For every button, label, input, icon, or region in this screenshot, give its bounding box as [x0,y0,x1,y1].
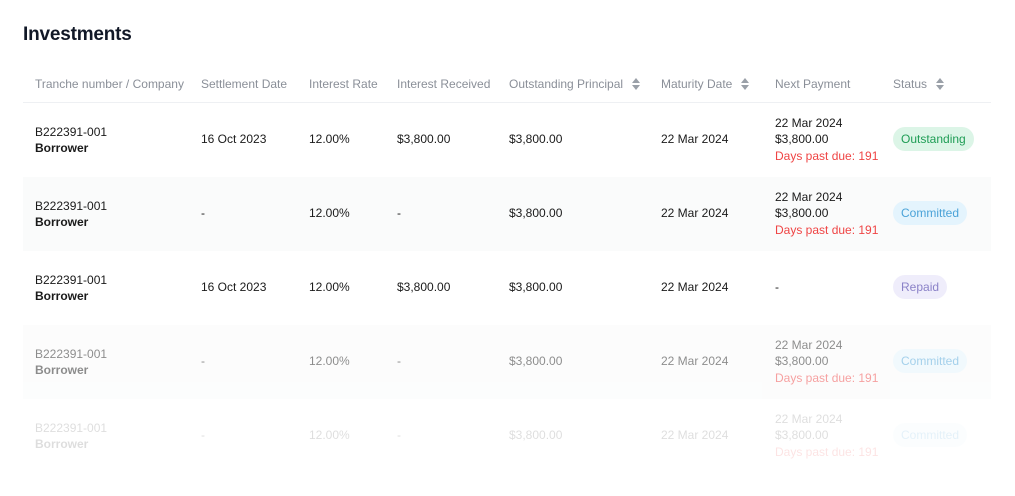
column-header-next-payment: Next Payment [775,77,851,91]
column-header-status[interactable]: Status [893,77,945,91]
outstanding-principal: $3,800.00 [509,280,563,294]
table-row[interactable]: B222391-001 Borrower 16 Oct 2023 12.00% … [23,103,991,177]
status-badge: Repaid [893,275,948,299]
interest-rate: 12.00% [309,206,350,220]
table-row[interactable]: B222391-001 Borrower - 12.00% - $3,800.0… [23,177,991,251]
settlement-date: - [201,428,205,442]
column-header-settlement-date: Settlement Date [201,77,288,91]
column-header-interest-received: Interest Received [397,77,491,91]
interest-rate: 12.00% [309,354,350,368]
outstanding-principal: $3,800.00 [509,206,563,220]
maturity-date: 22 Mar 2024 [661,354,729,368]
settlement-date: - [201,354,205,368]
tranche-number: B222391-001 [35,199,108,213]
days-past-due: Days past due: 191 [775,149,879,163]
next-payment-date: 22 Mar 2024 [775,116,843,130]
interest-rate: 12.00% [309,428,350,442]
column-header-maturity-date[interactable]: Maturity Date [661,77,750,91]
maturity-date: 22 Mar 2024 [661,280,729,294]
company-name: Borrower [35,141,89,155]
interest-rate: 12.00% [309,280,350,294]
company-name: Borrower [35,437,89,451]
next-payment-amount: $3,800.00 [775,206,829,220]
outstanding-principal: $3,800.00 [509,354,563,368]
next-payment-amount: $3,800.00 [775,132,829,146]
next-payment: - [775,280,779,294]
sort-icon[interactable] [936,77,945,91]
interest-received: - [397,354,401,368]
table-row[interactable]: B222391-001 Borrower 16 Oct 2023 12.00% … [23,251,991,325]
next-payment-date: 22 Mar 2024 [775,190,843,204]
column-header-tranche: Tranche number / Company [35,77,184,91]
interest-received: $3,800.00 [397,280,451,294]
investments-table: Tranche number / Company Settlement Date… [23,66,991,473]
company-name: Borrower [35,363,89,377]
status-badge: Committed [893,423,968,447]
next-payment-date: 22 Mar 2024 [775,338,843,352]
days-past-due: Days past due: 191 [775,223,879,237]
table-row[interactable]: B222391-001 Borrower - 12.00% - $3,800.0… [23,399,991,473]
interest-rate: 12.00% [309,132,350,146]
status-badge: Committed [893,201,968,225]
tranche-number: B222391-001 [35,125,108,139]
outstanding-principal: $3,800.00 [509,428,563,442]
company-name: Borrower [35,215,89,229]
settlement-date: 16 Oct 2023 [201,280,267,294]
sort-icon[interactable] [741,77,750,91]
outstanding-principal: $3,800.00 [509,132,563,146]
tranche-number: B222391-001 [35,347,108,361]
next-payment-amount: $3,800.00 [775,354,829,368]
settlement-date: - [201,206,205,220]
column-header-outstanding-principal[interactable]: Outstanding Principal [509,77,641,91]
tranche-number: B222391-001 [35,421,108,435]
table-row[interactable]: B222391-001 Borrower - 12.00% - $3,800.0… [23,325,991,399]
maturity-date: 22 Mar 2024 [661,132,729,146]
interest-received: - [397,206,401,220]
maturity-date: 22 Mar 2024 [661,206,729,220]
tranche-number: B222391-001 [35,273,108,287]
status-badge: Outstanding [893,127,974,151]
interest-received: $3,800.00 [397,132,451,146]
table-header: Tranche number / Company Settlement Date… [23,66,991,103]
maturity-date: 22 Mar 2024 [661,428,729,442]
company-name: Borrower [35,289,89,303]
next-payment-date: 22 Mar 2024 [775,412,843,426]
days-past-due: Days past due: 191 [775,371,879,385]
sort-icon[interactable] [632,77,641,91]
investments-page: Investments Tranche number / Company Set… [0,0,1015,496]
next-payment-amount: $3,800.00 [775,428,829,442]
interest-received: - [397,428,401,442]
days-past-due: Days past due: 191 [775,445,879,459]
settlement-date: 16 Oct 2023 [201,132,267,146]
status-badge: Committed [893,349,968,373]
page-title: Investments [23,24,132,45]
column-header-interest-rate: Interest Rate [309,77,378,91]
